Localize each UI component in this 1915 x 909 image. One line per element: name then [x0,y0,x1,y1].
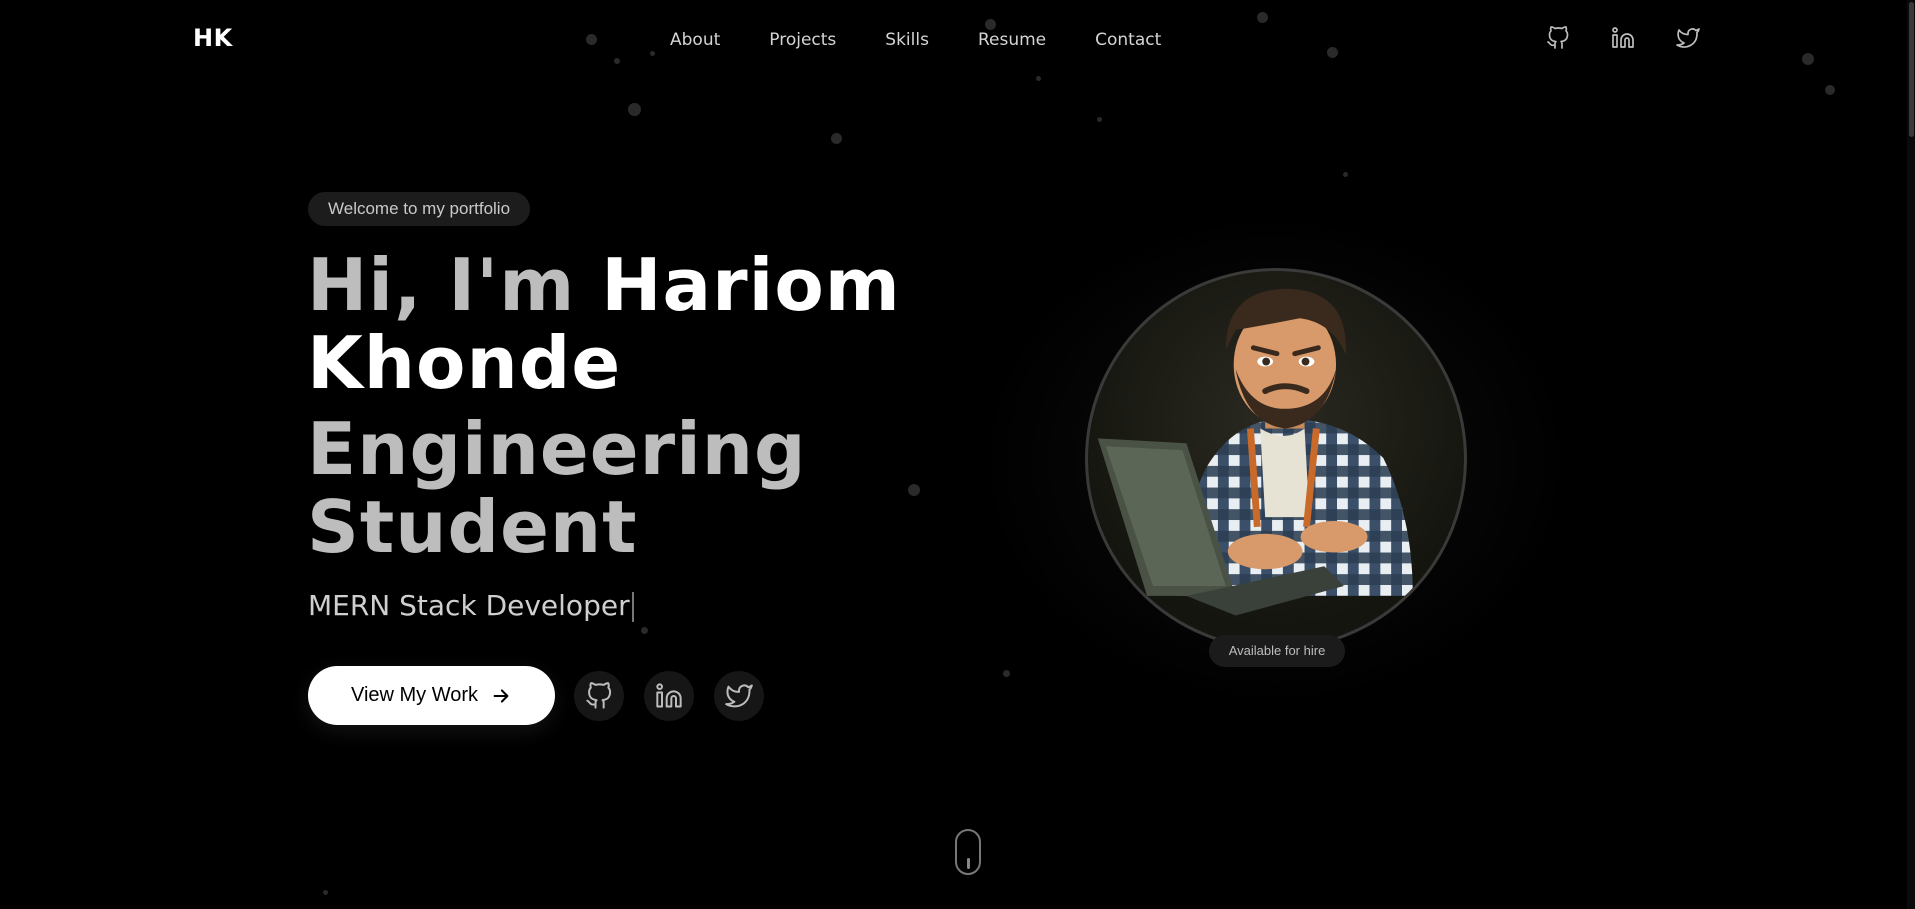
hero-role-line2: Student [307,485,638,569]
background-dot [908,484,920,496]
background-dot [1825,85,1835,95]
background-dot [1802,53,1814,65]
typing-subtitle: MERN Stack Developer [308,589,634,622]
background-dot [985,19,996,30]
hero-heading: Hi, I'm Hariom Khonde [307,246,901,402]
hero-social-links [574,671,764,721]
background-dot [323,890,328,895]
github-icon[interactable] [1546,26,1570,50]
typing-caret [631,592,634,622]
nav-link-contact[interactable]: Contact [1095,30,1161,50]
background-dot [1327,47,1338,58]
typing-text: MERN Stack Developer [308,589,630,622]
view-my-work-label: View My Work [350,684,479,706]
linkedin-icon[interactable] [644,671,694,721]
hero-role-line1: Engineering [307,407,807,491]
twitter-icon[interactable] [1676,26,1700,50]
scroll-wheel [967,858,970,869]
scroll-down-indicator[interactable] [955,829,981,875]
nav-link-projects[interactable]: Projects [769,30,836,50]
avatar [1085,268,1467,650]
background-dot [1036,76,1041,81]
site-logo[interactable]: HK [193,24,233,52]
nav-link-about[interactable]: About [670,30,720,50]
background-dot [1097,117,1102,122]
background-dot [641,627,648,634]
hero-name-first: Hariom [601,243,901,327]
arrow-right-icon [493,688,509,703]
available-for-hire-badge: Available for hire [1209,635,1345,667]
nav-link-resume[interactable]: Resume [978,30,1046,50]
developer-illustration [1097,288,1413,616]
header-social-links [1546,26,1700,50]
github-icon[interactable] [574,671,624,721]
hero-name-last: Khonde [307,321,622,405]
page-scrollbar[interactable] [1907,0,1915,909]
hero-role: Engineering Student [307,410,807,566]
background-dot [614,58,620,64]
twitter-icon[interactable] [714,671,764,721]
view-my-work-button[interactable]: View My Work [308,666,555,725]
background-dot [1003,670,1010,677]
background-dot [586,34,597,45]
linkedin-icon[interactable] [1611,26,1635,50]
background-dot [1343,172,1348,177]
nav-link-skills[interactable]: Skills [885,30,929,50]
welcome-badge: Welcome to my portfolio [308,192,531,226]
background-dot [650,51,655,56]
main-nav: About Projects Skills Resume Contact [670,30,1210,50]
hero-greeting: Hi, I'm [307,243,602,327]
background-dot [831,133,842,144]
background-dot [1257,12,1268,23]
background-dot [628,103,641,116]
scrollbar-thumb[interactable] [1909,2,1914,137]
